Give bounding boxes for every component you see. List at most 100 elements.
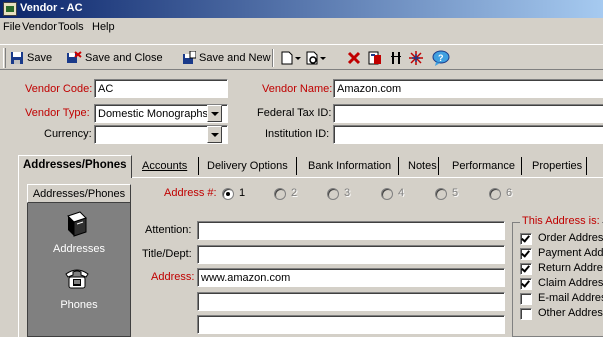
address-radio-6[interactable] (489, 188, 501, 200)
save-new-icon (183, 51, 196, 64)
toolbar-separator (272, 49, 274, 67)
other-address-checkbox[interactable] (520, 308, 532, 320)
address-radio-1-label: 1 (239, 187, 246, 199)
institution-field[interactable] (333, 125, 603, 144)
columns-button[interactable] (390, 49, 405, 67)
window-title: Vendor - AC (20, 2, 83, 14)
phones-nav-item[interactable] (63, 266, 91, 293)
tab-accounts[interactable]: Accounts (142, 157, 187, 177)
window-titlebar[interactable]: Vendor - AC (0, 0, 603, 18)
address-line-1-field[interactable]: www.amazon.com (197, 268, 505, 287)
currency-dropdown-icon[interactable] (207, 126, 222, 143)
institution-label: Institution ID: (265, 128, 330, 140)
address-number-label: Address #: (164, 187, 217, 199)
address-radio-3[interactable] (327, 188, 339, 200)
payment-address-label: Payment Address (538, 247, 603, 259)
other-address-label: Other Address (538, 307, 603, 319)
phones-nav-label[interactable]: Phones (27, 299, 131, 311)
order-address-label: Order Address (538, 232, 603, 244)
return-address-label: Return Address (538, 262, 603, 274)
save-close-icon (67, 51, 82, 63)
new-document-icon (281, 51, 301, 65)
title-dept-label: Title/Dept: (142, 248, 192, 260)
addresses-nav-label[interactable]: Addresses (27, 243, 131, 255)
menu-tools[interactable]: Tools (58, 21, 84, 33)
vendor-type-value: Domestic Monographs (98, 108, 209, 120)
save-and-new-button[interactable]: Save and New (182, 49, 271, 67)
report-icon (368, 51, 381, 65)
delete-icon (347, 51, 361, 65)
address-radio-6-label: 6 (506, 187, 513, 199)
federal-tax-field[interactable] (333, 104, 603, 123)
tab-properties[interactable]: Properties (532, 157, 582, 177)
vendor-type-label: Vendor Type: (25, 107, 90, 119)
payment-address-checkbox[interactable] (520, 248, 532, 260)
save-and-close-button[interactable]: Save and Close (66, 49, 163, 67)
left-nav-header: Addresses/Phones (27, 184, 131, 203)
tab-divider (521, 157, 522, 175)
email-address-checkbox[interactable] (520, 293, 532, 305)
save-and-new-label: Save and New (199, 52, 271, 64)
tab-divider (398, 157, 399, 175)
address-book-icon (67, 211, 87, 237)
tab-accounts-label: Accounts (142, 160, 188, 172)
toolbar-grip[interactable] (3, 48, 6, 68)
menu-help[interactable]: Help (92, 21, 115, 33)
vendor-code-field[interactable]: AC (94, 79, 228, 98)
menu-file[interactable]: File (3, 21, 21, 33)
order-address-checkbox[interactable] (520, 233, 532, 245)
tab-divider (438, 157, 439, 175)
vendor-name-field[interactable]: Amazon.com (333, 79, 603, 98)
claim-address-label: Claim Address (538, 277, 603, 289)
address-line-3-field[interactable] (197, 315, 505, 334)
title-dept-field[interactable] (197, 245, 505, 264)
menu-vendor[interactable]: Vendor (22, 21, 57, 33)
vendor-code-label: Vendor Code: (25, 83, 93, 95)
help-icon: ? (432, 50, 450, 66)
help-button[interactable]: ? (432, 49, 453, 67)
save-label: Save (27, 52, 53, 64)
address-radio-5[interactable] (435, 188, 447, 200)
federal-tax-label: Federal Tax ID: (257, 107, 332, 119)
tab-bank-information[interactable]: Bank Information (308, 157, 391, 177)
address-label: Address: (151, 271, 195, 283)
report-button[interactable] (368, 49, 385, 67)
vendor-type-dropdown-icon[interactable] (207, 105, 222, 122)
menu-bar: File Vendor Tools Help (0, 18, 603, 36)
address-radio-1[interactable] (222, 188, 234, 200)
print-preview-button[interactable] (305, 49, 330, 67)
svg-text:?: ? (438, 53, 444, 63)
address-type-group-label: This Address is: (520, 215, 602, 227)
app-icon (3, 2, 17, 16)
vendor-name-label: Vendor Name: (262, 83, 333, 95)
print-preview-icon (306, 51, 326, 65)
address-radio-2-label: 2 (291, 187, 298, 199)
spark-button[interactable] (408, 49, 427, 67)
tab-notes[interactable]: Notes (408, 157, 437, 177)
addresses-nav-item[interactable] (64, 210, 90, 241)
tab-divider (198, 157, 199, 175)
currency-label: Currency: (44, 128, 92, 140)
tab-addresses-phones[interactable]: Addresses/Phones (18, 155, 132, 178)
address-radio-4-label: 4 (398, 187, 405, 199)
spark-icon (409, 51, 423, 65)
save-button[interactable]: Save (10, 49, 52, 67)
tab-divider (296, 157, 297, 175)
return-address-checkbox[interactable] (520, 263, 532, 275)
claim-address-checkbox[interactable] (520, 278, 532, 290)
tab-performance[interactable]: Performance (452, 157, 515, 177)
address-radio-3-label: 3 (344, 187, 351, 199)
tab-delivery-options[interactable]: Delivery Options (207, 157, 288, 177)
address-radio-4[interactable] (381, 188, 393, 200)
save-icon (11, 52, 23, 64)
delete-button[interactable] (347, 49, 364, 67)
telephone-icon (65, 269, 89, 289)
new-document-button[interactable] (280, 49, 305, 67)
address-radio-2[interactable] (274, 188, 286, 200)
address-radio-5-label: 5 (452, 187, 459, 199)
save-and-close-label: Save and Close (85, 52, 163, 64)
attention-field[interactable] (197, 221, 505, 240)
columns-icon (391, 52, 401, 64)
attention-label: Attention: (145, 224, 192, 236)
address-line-2-field[interactable] (197, 292, 505, 311)
